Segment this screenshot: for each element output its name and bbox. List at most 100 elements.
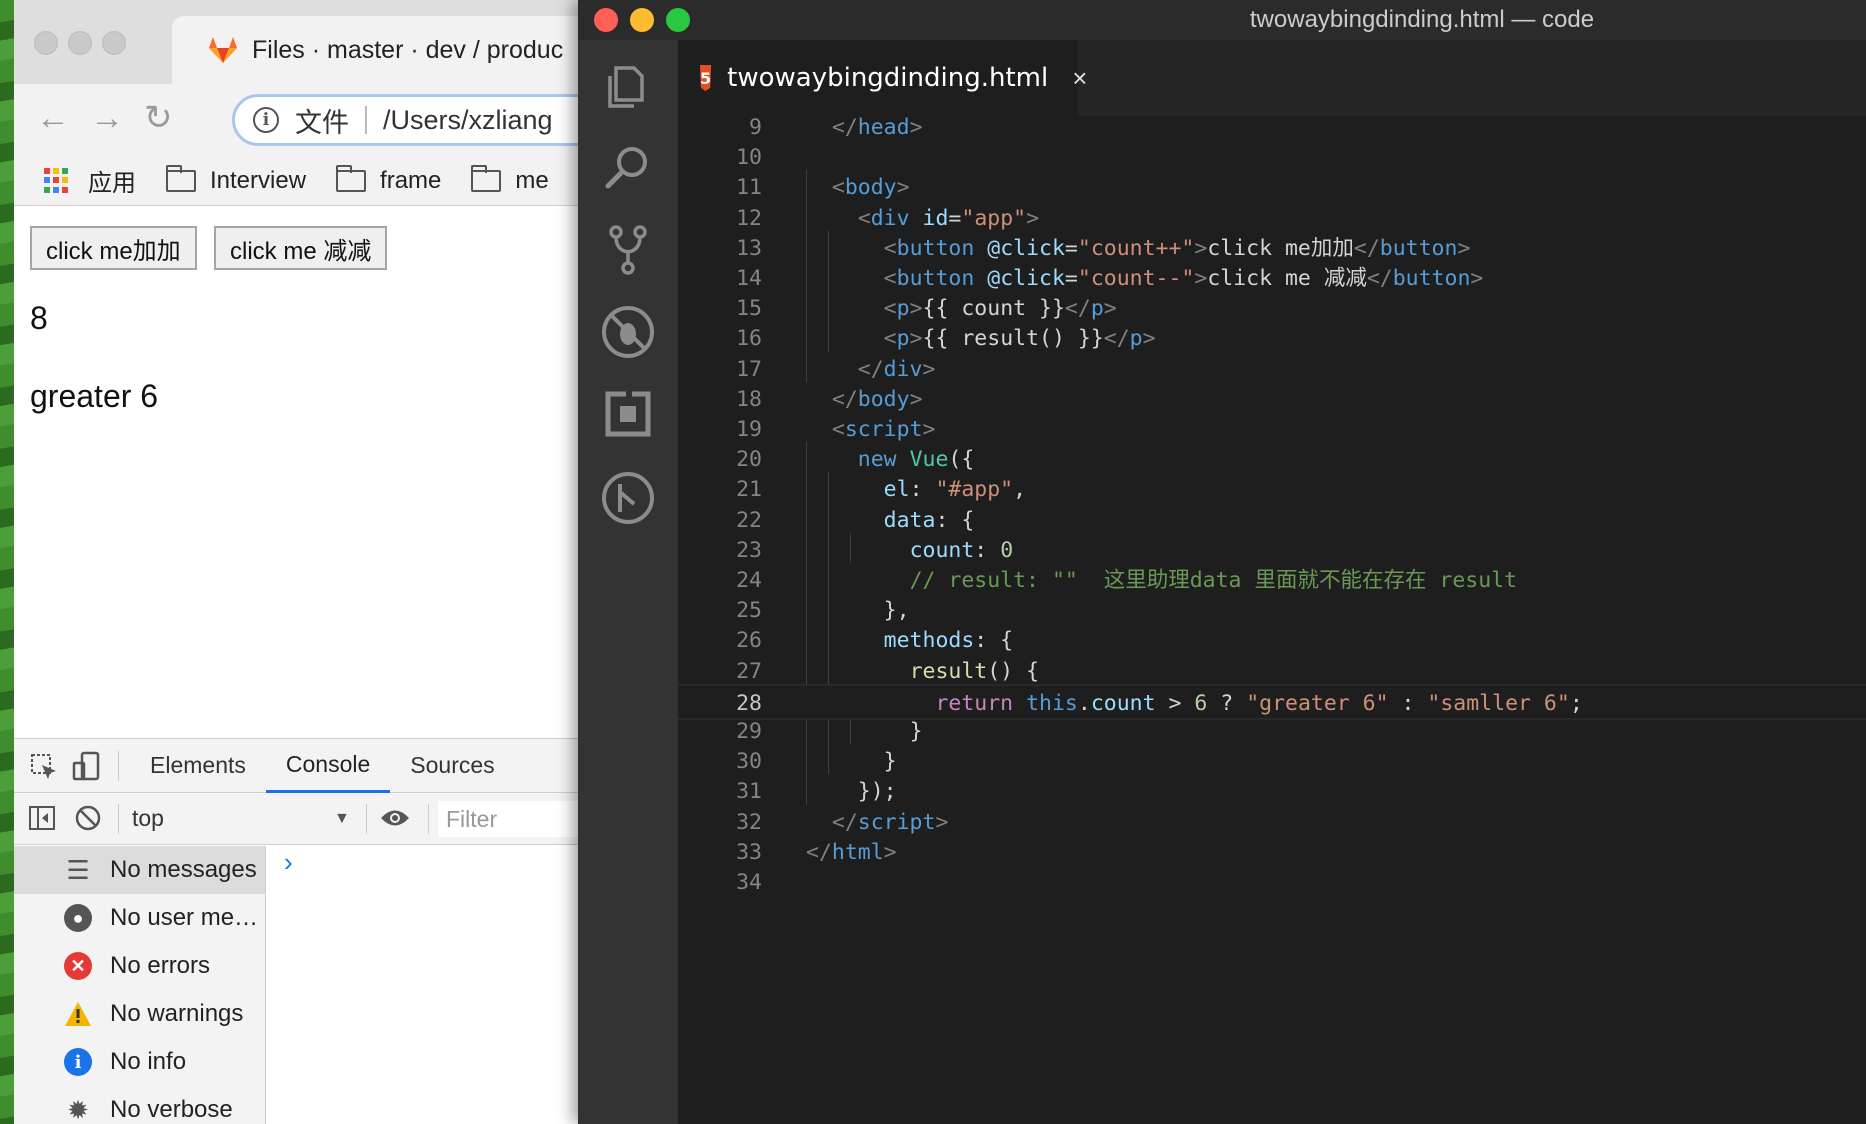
code-token: < — [883, 235, 897, 261]
code-token: </ — [831, 809, 858, 835]
code-token: {{ result() }} — [922, 326, 1104, 352]
code-token: > — [896, 175, 910, 201]
increment-button[interactable]: click me加加 — [30, 226, 197, 270]
sidebar-item-label: No verbose — [110, 1096, 233, 1123]
code-token: p — [1129, 326, 1143, 352]
code-editor[interactable]: 9 </head> 10 11 <body> 12 <div id="app"> 13 … — [678, 115, 1866, 1124]
tab-sources[interactable]: Sources — [390, 739, 514, 793]
code-token: < — [831, 417, 845, 442]
remote-explorer-icon[interactable] — [600, 470, 656, 526]
editor-tab[interactable]: 5 twowaybingdinding.html × — [678, 40, 1087, 116]
code-token: Vue — [909, 447, 949, 473]
page-content: click me加加 click me 减减 8 greater 6 — [14, 206, 584, 728]
back-arrow-icon[interactable]: ← — [36, 98, 70, 138]
context-selector[interactable]: top — [132, 805, 164, 832]
eye-icon[interactable] — [380, 807, 410, 829]
toolbar-divider — [428, 804, 429, 834]
code-token: > — [1470, 266, 1484, 291]
code-token: p — [1090, 296, 1104, 322]
bookmark-apps[interactable]: 应用 — [44, 163, 136, 198]
console-toolbar: top ▼ Filter — [14, 793, 584, 845]
code-token: p — [896, 326, 910, 352]
forward-arrow-icon[interactable]: → — [90, 98, 124, 138]
code-token: result — [909, 658, 988, 684]
code-token: count — [1090, 690, 1156, 716]
code-token: : { — [935, 507, 975, 533]
sidebar-item-user-messages[interactable]: ● No user me… — [14, 894, 265, 942]
code-token: head — [857, 115, 910, 140]
browser-tab[interactable]: Files · master · dev / produc — [172, 16, 584, 84]
code-token: script — [844, 417, 923, 442]
tab-console[interactable]: Console — [265, 739, 391, 793]
device-toolbar-icon[interactable] — [72, 751, 102, 783]
sidebar-item-verbose[interactable]: ✹ No verbose — [14, 1086, 265, 1124]
code-line[interactable]: 34 — [678, 865, 1866, 901]
close-icon[interactable]: × — [1072, 63, 1087, 94]
code-token: </ — [1103, 326, 1130, 352]
sidebar-item-errors[interactable]: ✕ No errors — [14, 942, 265, 990]
chevron-down-icon[interactable]: ▼ — [334, 810, 350, 828]
debug-icon[interactable] — [600, 304, 656, 360]
code-token: > — [909, 326, 923, 352]
decrement-button[interactable]: click me 减减 — [214, 226, 388, 270]
bookmark-label: Interview — [210, 166, 307, 194]
sidebar-item-info[interactable]: i No info — [14, 1038, 265, 1086]
code-token: "app" — [961, 205, 1027, 231]
editor-tab-label: twowaybingdinding.html — [727, 63, 1049, 93]
code-token: "count++" — [1077, 235, 1195, 261]
inspect-element-icon[interactable] — [30, 753, 58, 781]
sidebar-item-messages[interactable]: ☰ No messages — [14, 846, 265, 894]
close-window-button[interactable] — [34, 31, 58, 55]
sidebar-toggle-icon[interactable] — [28, 805, 56, 831]
devtools-tabbar: Elements Console Sources — [14, 739, 584, 793]
browser-toolbar: ← → ↻ i 文件 /Users/xzliang — [14, 84, 584, 156]
code-token: data — [883, 507, 936, 533]
reload-icon[interactable]: ↻ — [144, 98, 173, 138]
address-bar[interactable]: i 文件 /Users/xzliang — [232, 94, 584, 146]
code-token: > — [1194, 235, 1208, 261]
code-token: }); — [857, 779, 897, 805]
source-control-icon[interactable] — [600, 222, 656, 278]
code-token: </ — [1366, 266, 1393, 291]
folder-icon — [165, 164, 196, 192]
explorer-files-icon[interactable] — [600, 58, 656, 114]
line-number: 34 — [736, 870, 762, 895]
clear-console-icon[interactable] — [74, 804, 102, 832]
site-info-icon[interactable]: i — [253, 107, 279, 133]
code-token: body — [857, 386, 910, 412]
bookmark-frame[interactable]: frame — [335, 164, 442, 195]
code-token: > — [909, 115, 923, 140]
code-token: div — [870, 205, 910, 231]
code-token: = — [948, 205, 962, 231]
bookmark-me[interactable]: me — [470, 164, 549, 195]
code-token: button — [896, 266, 975, 291]
minimize-window-button[interactable] — [68, 31, 92, 55]
zoom-window-button[interactable] — [102, 31, 126, 55]
extensions-icon[interactable] — [600, 386, 656, 442]
sidebar-item-warnings[interactable]: No warnings — [14, 990, 265, 1038]
code-token: < — [883, 296, 897, 322]
code-token: count — [909, 537, 975, 563]
bookmark-label: frame — [380, 166, 442, 194]
address-scheme-label: 文件 — [295, 107, 349, 138]
search-icon[interactable] — [600, 140, 656, 196]
console-prompt-icon[interactable]: › — [284, 847, 293, 878]
bookmark-interview[interactable]: Interview — [165, 164, 307, 195]
result-text: greater 6 — [30, 378, 159, 414]
console-filter-input[interactable]: Filter — [438, 801, 584, 837]
tab-elements[interactable]: Elements — [130, 739, 266, 793]
folder-icon — [470, 164, 502, 192]
sidebar-item-label: No info — [110, 1048, 187, 1075]
code-token: return — [935, 690, 1014, 716]
code-token: 6 — [1194, 690, 1208, 716]
